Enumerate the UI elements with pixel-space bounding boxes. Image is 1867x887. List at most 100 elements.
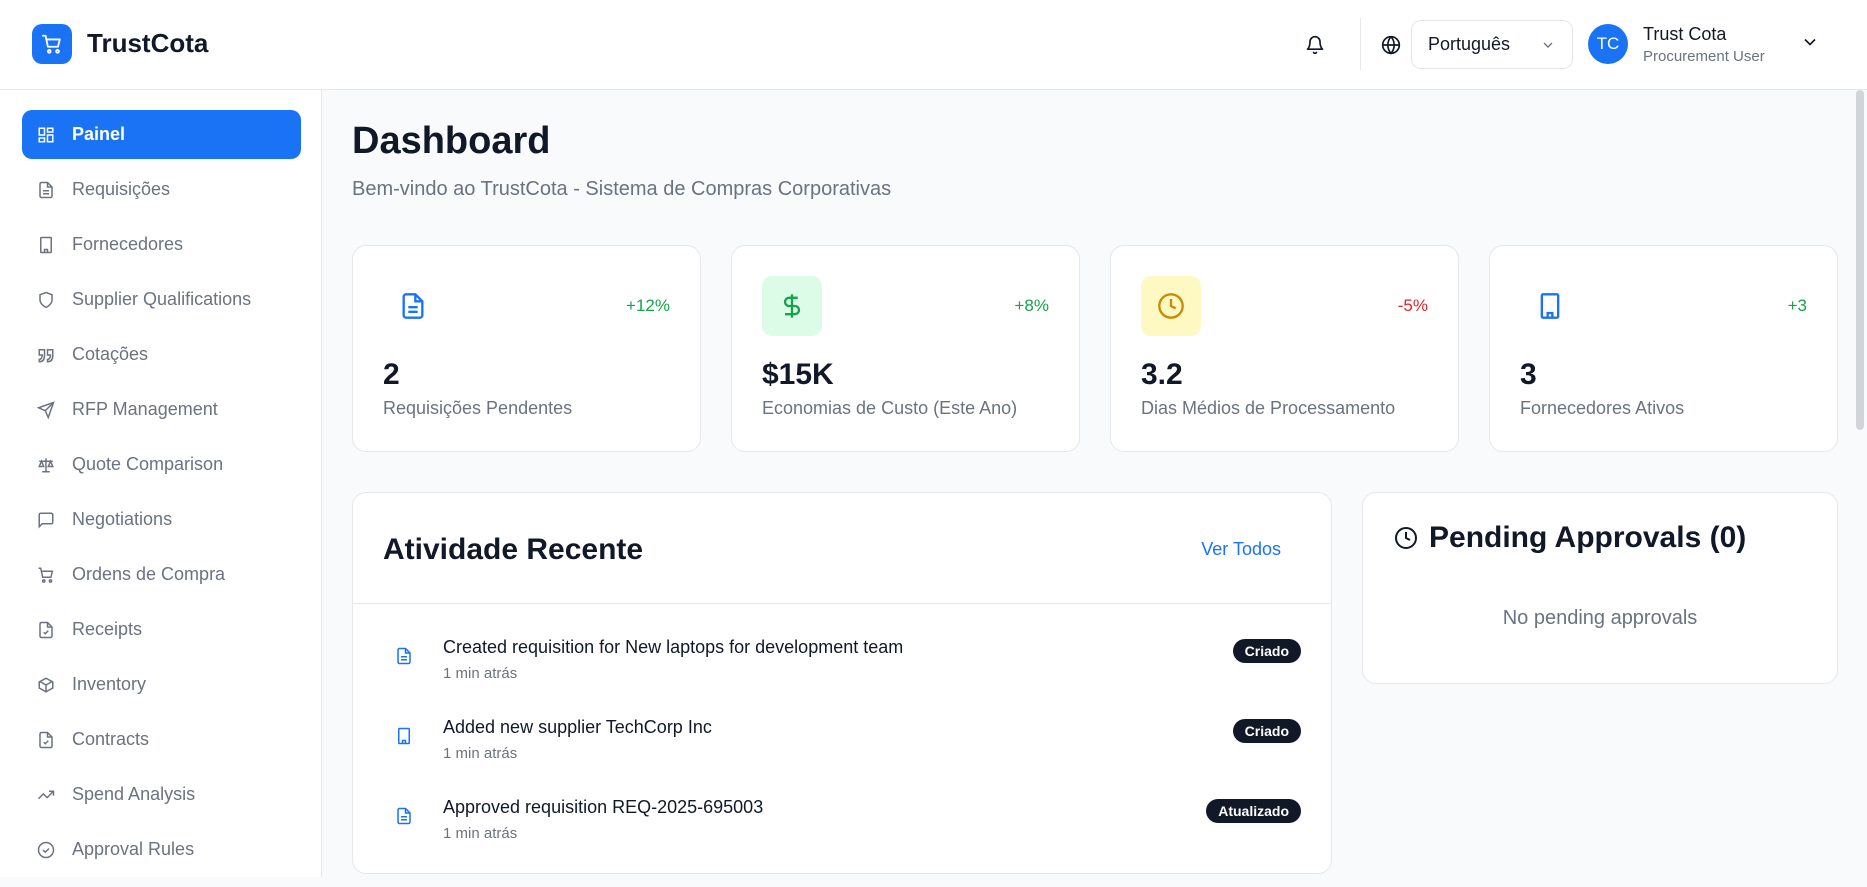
file-icon	[393, 645, 415, 667]
page-subtitle: Bem-vindo ao TrustCota - Sistema de Comp…	[352, 178, 892, 200]
stat-value: 3	[1520, 358, 1537, 391]
pending-approvals-label: Pending Approvals (0)	[1429, 521, 1747, 554]
activity-text: Approved requisition REQ-2025-695003	[443, 797, 764, 817]
stat-label: Dias Médios de Processamento	[1141, 398, 1396, 418]
stat-label: Requisições Pendentes	[383, 398, 573, 418]
stat-change: +12%	[626, 296, 670, 315]
stat-card-cost-savings[interactable]: +8% $15K Economias de Custo (Este Ano)	[731, 245, 1080, 452]
divider	[353, 603, 1331, 604]
recent-activity-title: Atividade Recente	[383, 533, 644, 566]
notifications-button[interactable]	[1302, 32, 1328, 58]
trending-up-icon	[36, 785, 56, 805]
user-role: Procurement User	[1643, 48, 1765, 65]
bell-icon	[1306, 35, 1324, 55]
avatar[interactable]: TC	[1588, 24, 1628, 64]
list-item[interactable]: Approved requisition REQ-2025-695003 1 m…	[353, 797, 1331, 867]
clock-icon	[1141, 276, 1201, 336]
sidebar-item-label: Ordens de Compra	[72, 564, 226, 584]
sidebar: Painel Requisições Fornecedores Supplier…	[0, 90, 322, 877]
file-check-icon	[36, 730, 56, 750]
sidebar-item-inventory[interactable]: Inventory	[22, 660, 301, 709]
file-icon	[36, 180, 56, 200]
sidebar-item-label: Fornecedores	[72, 234, 184, 254]
sidebar-item-rfp-management[interactable]: RFP Management	[22, 385, 301, 434]
stat-card-pending-requisitions[interactable]: +12% 2 Requisições Pendentes	[352, 245, 701, 452]
sidebar-item-spend-analysis[interactable]: Spend Analysis	[22, 770, 301, 819]
building-icon	[36, 235, 56, 255]
send-icon	[36, 400, 56, 420]
sidebar-item-label: Painel	[72, 124, 126, 144]
list-item[interactable]: Added new supplier TechCorp Inc 1 min at…	[353, 717, 1331, 787]
logo[interactable]	[32, 24, 72, 64]
activity-time: 1 min atrás	[443, 665, 518, 682]
user-name: Trust Cota	[1643, 24, 1727, 44]
brand-name: TrustCota	[87, 28, 209, 58]
sidebar-item-quote-comparison[interactable]: Quote Comparison	[22, 440, 301, 489]
stat-label: Fornecedores Ativos	[1520, 398, 1685, 418]
file-icon	[393, 805, 415, 827]
quote-icon	[36, 345, 56, 365]
sidebar-item-label: Quote Comparison	[72, 454, 224, 474]
sidebar-item-supplier-qualifications[interactable]: Supplier Qualifications	[22, 275, 301, 324]
stat-card-processing-days[interactable]: -5% 3.2 Dias Médios de Processamento	[1110, 245, 1459, 452]
header-divider	[1360, 18, 1361, 70]
sidebar-item-contracts[interactable]: Contracts	[22, 715, 301, 764]
sidebar-item-fornecedores[interactable]: Fornecedores	[22, 220, 301, 269]
stat-value: $15K	[762, 358, 834, 391]
view-all-link[interactable]: Ver Todos	[1201, 539, 1281, 560]
stat-value: 2	[383, 358, 400, 391]
language-value: Português	[1428, 34, 1511, 54]
dollar-icon	[762, 276, 822, 336]
activity-time: 1 min atrás	[443, 825, 518, 842]
top-bar: TrustCota Português TC Trust Cota Procur…	[0, 0, 1867, 90]
chevron-down-icon	[1543, 42, 1553, 48]
file-icon	[383, 276, 443, 336]
file-check-icon	[36, 620, 56, 640]
activity-time: 1 min atrás	[443, 745, 518, 762]
status-badge: Criado	[1232, 639, 1301, 663]
sidebar-item-label: Spend Analysis	[72, 784, 196, 804]
status-badge: Atualizado	[1206, 799, 1301, 823]
page-title: Dashboard	[352, 120, 551, 162]
sidebar-item-ordens-de-compra[interactable]: Ordens de Compra	[22, 550, 301, 599]
grid-icon	[36, 125, 56, 145]
sidebar-item-receipts[interactable]: Receipts	[22, 605, 301, 654]
cart-icon	[36, 565, 56, 585]
globe-icon	[1378, 32, 1404, 58]
sidebar-item-negotiations[interactable]: Negotiations	[22, 495, 301, 544]
chevron-down-icon	[1804, 38, 1816, 46]
sidebar-item-label: Cotações	[72, 344, 149, 364]
building-icon	[1520, 276, 1580, 336]
cart-icon	[41, 34, 61, 54]
stat-change: +3	[1787, 296, 1807, 315]
language-select[interactable]: Português	[1411, 20, 1573, 69]
stat-change: -5%	[1397, 296, 1428, 315]
sidebar-item-requisicoes[interactable]: Requisições	[22, 165, 301, 214]
sidebar-item-label: Contracts	[72, 729, 150, 749]
empty-state: No pending approvals	[1502, 607, 1698, 629]
sidebar-item-label: Approval Rules	[72, 839, 195, 859]
user-menu-button[interactable]	[1800, 32, 1820, 57]
check-circle-icon	[36, 840, 56, 860]
sidebar-item-label: Supplier Qualifications	[72, 289, 252, 309]
activity-text: Created requisition for New laptops for …	[443, 637, 904, 657]
sidebar-item-approval-rules[interactable]: Approval Rules	[22, 825, 301, 874]
list-item[interactable]: Created requisition for New laptops for …	[353, 637, 1331, 707]
sidebar-item-label: Requisições	[72, 179, 171, 199]
sidebar-item-painel[interactable]: Painel	[22, 110, 301, 159]
stat-card-active-suppliers[interactable]: +3 3 Fornecedores Ativos	[1489, 245, 1838, 452]
sidebar-item-cotacoes[interactable]: Cotações	[22, 330, 301, 379]
clock-icon	[1393, 525, 1419, 551]
stat-value: 3.2	[1141, 358, 1183, 391]
activity-text: Added new supplier TechCorp Inc	[443, 717, 712, 737]
message-icon	[36, 510, 56, 530]
status-badge: Criado	[1232, 719, 1301, 743]
stat-label: Economias de Custo (Este Ano)	[762, 398, 1018, 418]
scrollbar[interactable]	[1856, 90, 1864, 430]
scale-icon	[36, 455, 56, 475]
stat-change: +8%	[1014, 296, 1050, 315]
sidebar-item-label: Receipts	[72, 619, 143, 639]
package-icon	[36, 675, 56, 695]
sidebar-item-label: Inventory	[72, 674, 147, 694]
recent-activity-card: Atividade Recente Ver Todos Created requ…	[352, 492, 1332, 874]
